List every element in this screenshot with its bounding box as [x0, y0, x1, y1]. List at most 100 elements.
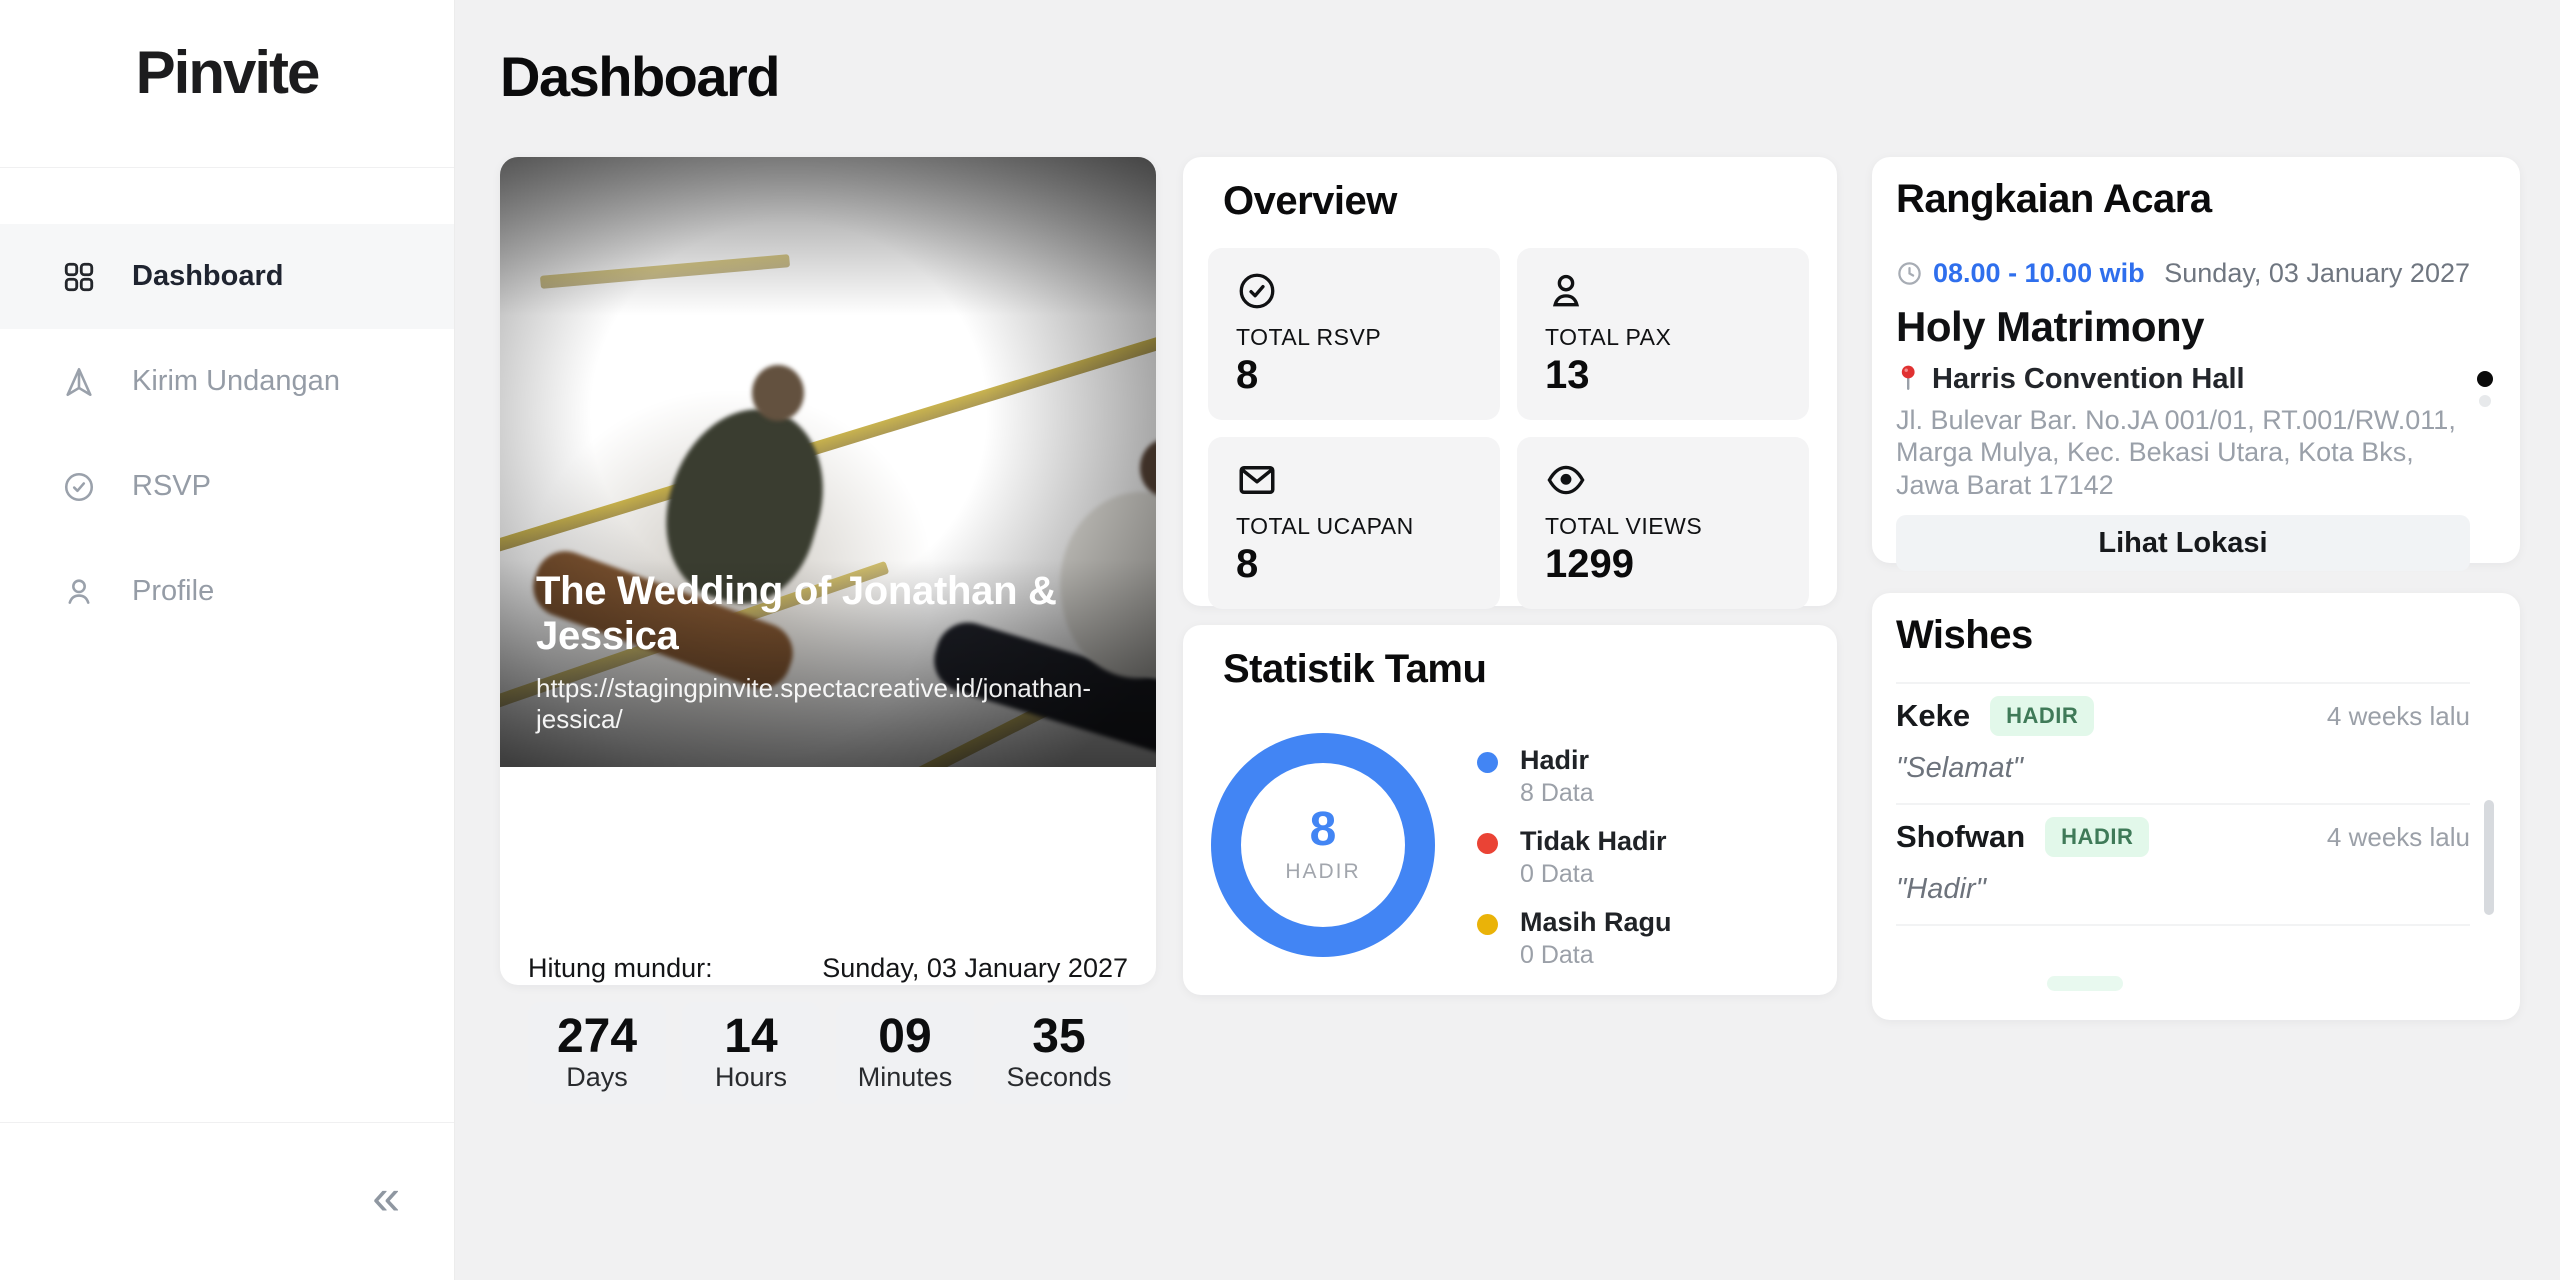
countdown-unit: Minutes — [857, 1061, 953, 1092]
invitation-title: The Wedding of Jonathan & Jessica — [536, 569, 1057, 658]
wish-item: Keke HADIR 4 weeks lalu "Selamat" — [1896, 684, 2470, 785]
statistik-tamu-card: Statistik Tamu 8 HADIR Hadir 8 Data Tida… — [1183, 625, 1837, 995]
wedding-photo: The Wedding of Jonathan & Jessica https:… — [500, 157, 1156, 767]
sidebar-item-label: Profile — [132, 575, 215, 607]
sidebar-nav: Dashboard Kirim Undangan RSVP Profile — [0, 224, 454, 644]
countdown-unit: Hours — [714, 1061, 788, 1092]
map-pin-icon — [1896, 364, 1920, 396]
wish-timestamp: 4 weeks lalu — [2326, 700, 2470, 731]
stat-label: TOTAL UCAPAN — [1236, 513, 1414, 539]
sidebar-item-label: Dashboard — [132, 260, 284, 292]
carousel-dots — [2474, 371, 2496, 407]
acara-title: Rangkaian Acara — [1896, 177, 2212, 221]
countdown-unit: Days — [566, 1061, 628, 1092]
legend-count: 0 Data — [1520, 941, 1594, 969]
wish-guest-name: Keke — [1896, 698, 1971, 733]
legend-count: 8 Data — [1520, 779, 1594, 807]
wish-message: "Selamat" — [1896, 752, 2023, 784]
sidebar-item-dashboard[interactable]: Dashboard — [0, 224, 454, 329]
venue-name: Harris Convention Hall — [1932, 363, 2245, 395]
eye-icon — [1545, 459, 1781, 501]
legend-hadir: Hadir 8 Data — [1477, 745, 1672, 808]
countdown-days: 274 Days — [528, 1002, 666, 1104]
overview-title: Overview — [1223, 179, 1397, 223]
event-date: Sunday, 03 January 2027 — [2164, 258, 2470, 288]
overview-card: Overview TOTAL RSVP 8 TOTAL PAX 13 TOTAL… — [1183, 157, 1837, 609]
countdown-value: 14 — [724, 1010, 778, 1064]
legend-dot-red — [1477, 833, 1498, 854]
stat-value: 1299 — [1545, 542, 1634, 586]
legend-masih-ragu: Masih Ragu 0 Data — [1477, 907, 1672, 970]
wishes-scrollbar[interactable] — [2484, 800, 2494, 915]
photo-caption: The Wedding of Jonathan & Jessica https:… — [536, 569, 1120, 735]
stat-label: TOTAL RSVP — [1236, 324, 1382, 350]
wishes-title: Wishes — [1896, 613, 2033, 657]
sidebar-divider — [0, 1122, 454, 1123]
event-name: Holy Matrimony — [1896, 303, 2205, 350]
sidebar-divider — [0, 167, 454, 168]
stat-label: TOTAL PAX — [1545, 324, 1672, 350]
legend-label: Masih Ragu — [1520, 907, 1672, 937]
wish-timestamp: 4 weeks lalu — [2326, 821, 2470, 852]
chart-legend: Hadir 8 Data Tidak Hadir 0 Data Masih Ra… — [1477, 745, 1672, 988]
wish-header: Shofwan HADIR 4 weeks lalu — [1896, 817, 2470, 857]
sidebar-item-rsvp[interactable]: RSVP — [0, 434, 454, 539]
grid-icon — [62, 260, 96, 294]
wish-message: "Hadir" — [1896, 873, 1986, 905]
legend-tidak-hadir: Tidak Hadir 0 Data — [1477, 826, 1672, 889]
carousel-dot-active[interactable] — [2477, 371, 2493, 387]
countdown-seconds: 35 Seconds — [990, 1002, 1128, 1104]
stat-value: 8 — [1236, 542, 1259, 586]
sidebar-item-label: RSVP — [132, 470, 211, 502]
donut-chart: 8 HADIR — [1211, 733, 1435, 957]
stat-label: TOTAL VIEWS — [1545, 513, 1703, 539]
legend-dot-blue — [1477, 752, 1498, 773]
countdown-hours: 14 Hours — [682, 1002, 820, 1104]
donut-label: HADIR — [1285, 860, 1361, 883]
carousel-dot[interactable] — [2479, 395, 2491, 407]
event-time-row: 08.00 - 10.00 wib Sunday, 03 January 202… — [1896, 258, 2470, 289]
stat-value: 8 — [1236, 353, 1259, 397]
stat-value: 13 — [1545, 353, 1590, 397]
countdown-unit: Seconds — [1006, 1061, 1112, 1092]
wishes-card: Wishes Keke HADIR 4 weeks lalu "Selamat"… — [1872, 593, 2520, 1020]
lihat-lokasi-button[interactable]: Lihat Lokasi — [1896, 515, 2470, 572]
check-circle-icon — [62, 470, 96, 504]
sidebar: Pinvite Dashboard Kirim Undangan RSVP Pr… — [0, 0, 455, 1280]
clock-icon — [1896, 260, 1923, 287]
donut-value: 8 — [1309, 803, 1337, 856]
stat-tile-total-ucapan: TOTAL UCAPAN 8 — [1208, 437, 1500, 609]
venue-row: Harris Convention Hall — [1896, 363, 2470, 396]
countdown-value: 274 — [556, 1010, 638, 1064]
partial-wish-badge — [2047, 976, 2123, 991]
wedding-card: The Wedding of Jonathan & Jessica https:… — [500, 157, 1156, 1104]
countdown-label: Hitung mundur: — [528, 953, 713, 983]
event-time: 08.00 - 10.00 wib — [1933, 258, 2145, 288]
countdown-value: 09 — [878, 1010, 932, 1064]
stat-tile-total-views: TOTAL VIEWS 1299 — [1517, 437, 1809, 609]
send-icon — [62, 365, 96, 399]
countdown-value: 35 — [1032, 1010, 1086, 1064]
person-icon — [1545, 270, 1781, 312]
countdown: 274 Days 14 Hours 09 Minutes 35 Seconds — [528, 1002, 1128, 1104]
donut-center: 8 HADIR — [1211, 733, 1435, 957]
user-icon — [62, 575, 96, 609]
rangkaian-acara-card: Rangkaian Acara 08.00 - 10.00 wib Sunday… — [1872, 157, 2520, 572]
statistik-title: Statistik Tamu — [1223, 647, 1487, 691]
envelope-icon — [1236, 459, 1472, 501]
countdown-header: Hitung mundur: Sunday, 03 January 2027 — [528, 953, 1128, 984]
sidebar-item-label: Kirim Undangan — [132, 365, 340, 397]
invitation-url[interactable]: https://stagingpinvite.spectacreative.id… — [536, 673, 1120, 735]
legend-count: 0 Data — [1520, 860, 1594, 888]
sidebar-item-kirim-undangan[interactable]: Kirim Undangan — [0, 329, 454, 434]
attendance-badge: HADIR — [1990, 696, 2095, 736]
page-title: Dashboard — [500, 45, 781, 108]
legend-label: Tidak Hadir — [1520, 826, 1667, 856]
stat-tile-total-rsvp: TOTAL RSVP 8 — [1208, 248, 1500, 420]
wish-guest-name: Shofwan — [1896, 819, 2026, 854]
overview-tiles: TOTAL RSVP 8 TOTAL PAX 13 TOTAL UCAPAN 8 — [1208, 248, 1809, 609]
sidebar-collapse-button[interactable]: « — [372, 1172, 400, 1222]
legend-dot-yellow — [1477, 914, 1498, 935]
sidebar-item-profile[interactable]: Profile — [0, 539, 454, 644]
app-logo: Pinvite — [135, 39, 321, 106]
